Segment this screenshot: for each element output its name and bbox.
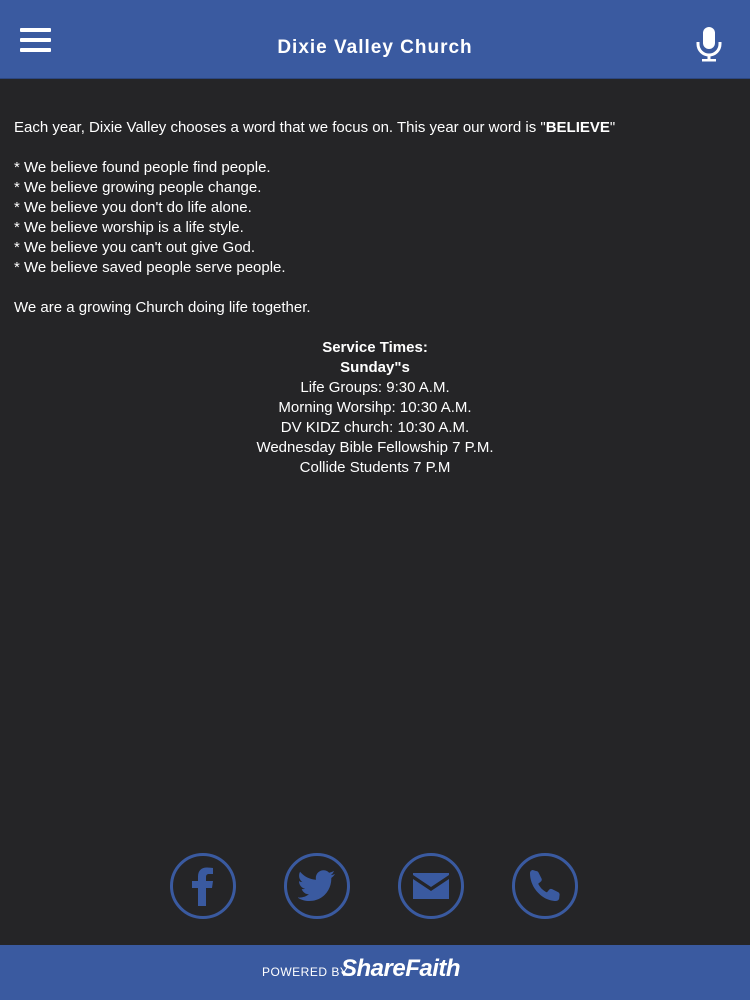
belief-item: * We believe you can't out give God. (14, 239, 256, 256)
sharefaith-logo[interactable]: ShareFaith (341, 955, 461, 983)
main-content: Each year, Dixie Valley chooses a word t… (14, 118, 734, 478)
app-header: Dixie Valley Church (0, 0, 750, 79)
facebook-icon (192, 867, 213, 906)
service-time-item: Life Groups: 9:30 A.M. (300, 379, 450, 396)
page-title: Dixie Valley Church (277, 37, 473, 58)
belief-item: * We believe growing people change. (14, 179, 262, 196)
intro-text: Each year, Dixie Valley chooses a word t… (14, 119, 546, 136)
facebook-button[interactable] (170, 853, 236, 919)
twitter-button[interactable] (284, 853, 350, 919)
service-time-item: DV KIDZ church: 10:30 A.M. (280, 419, 470, 436)
belief-item: * We believe worship is a life style. (14, 219, 244, 236)
app-footer: POWERED BY ShareFaith (0, 945, 750, 1000)
belief-item: * We believe found people find people. (14, 159, 271, 176)
phone-button[interactable] (512, 853, 578, 919)
closing-text: We are a growing Church doing life toget… (14, 299, 311, 316)
belief-item: * We believe you don't do life alone. (14, 199, 252, 216)
service-time-item: Morning Worsihp: 10:30 A.M. (278, 399, 472, 416)
microphone-icon (696, 27, 722, 62)
service-day: Sunday"s (340, 359, 410, 376)
powered-by-label: POWERED BY (262, 965, 349, 979)
service-time-item: Wednesday Bible Fellowship 7 P.M. (256, 439, 494, 456)
twitter-icon (298, 870, 335, 901)
focus-word: BELIEVE (545, 119, 610, 136)
email-icon (413, 873, 449, 899)
social-links (170, 853, 580, 923)
service-times: Service Times: Sunday"s Life Groups: 9:3… (14, 338, 736, 478)
intro-quote: " (609, 119, 616, 136)
intro-paragraph: Each year, Dixie Valley chooses a word t… (14, 118, 734, 138)
phone-icon (530, 870, 560, 901)
belief-item: * We believe saved people serve people. (14, 259, 286, 276)
service-heading: Service Times: (322, 339, 428, 356)
voice-search-button[interactable] (694, 26, 726, 64)
email-button[interactable] (398, 853, 464, 919)
service-time-item: Collide Students 7 P.M (299, 459, 451, 476)
